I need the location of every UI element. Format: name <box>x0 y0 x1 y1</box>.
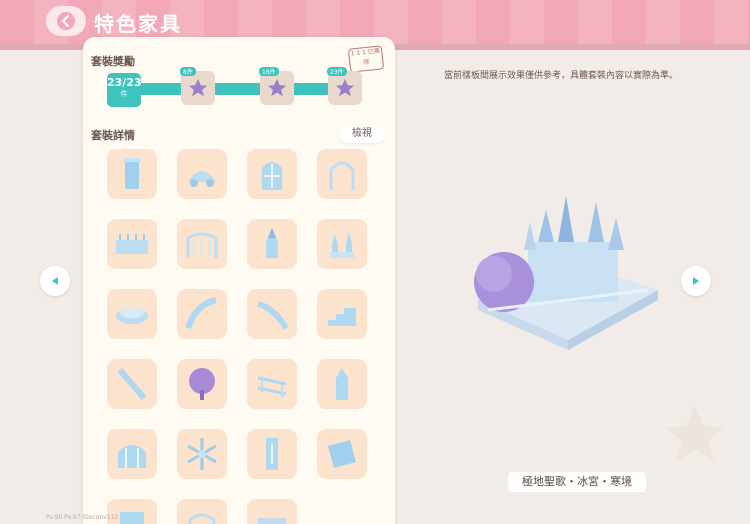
milestone-reward-2[interactable]: 16件 <box>259 67 294 105</box>
ice-narrow-window-icon <box>336 368 348 400</box>
milestone-tag: 8件 <box>180 67 196 76</box>
star-icon <box>267 78 287 97</box>
back-button[interactable] <box>46 6 86 36</box>
ice-greenhouse-icon <box>118 445 146 468</box>
ice-pillar-icon <box>123 158 141 189</box>
set-name-caption: 極地聖歌・冰宮・寒境 <box>508 472 646 492</box>
star-icon <box>335 78 355 97</box>
furniture-item[interactable] <box>317 429 367 479</box>
milestone-tag: 16件 <box>259 67 279 76</box>
view-button[interactable]: 檢視 <box>339 125 385 143</box>
progress-value: 23/23 <box>107 76 142 89</box>
reward-progress-bar <box>107 83 357 95</box>
ice-gate-icon <box>186 232 218 258</box>
furniture-item[interactable] <box>177 219 227 269</box>
milestone-reward-3[interactable]: 23件 <box>327 67 362 105</box>
ice-railing-icon <box>257 376 287 398</box>
progress-unit: 件 <box>120 90 128 98</box>
furniture-item[interactable] <box>317 289 367 339</box>
reward-label: 套裝獎勵 <box>91 55 135 68</box>
milestone-tag: 23件 <box>327 67 347 76</box>
prev-button[interactable] <box>40 266 70 296</box>
furniture-item[interactable] <box>317 149 367 199</box>
furniture-item[interactable] <box>107 289 157 339</box>
page-title: 特色家具 <box>94 12 182 36</box>
ice-carriage-icon <box>188 171 216 187</box>
purple-tree-icon <box>189 368 215 400</box>
ice-platform-icon <box>116 308 148 324</box>
furniture-item[interactable] <box>317 219 367 269</box>
ice-floor-tile-icon <box>328 440 356 468</box>
ice-wall-icon <box>258 518 286 524</box>
next-button[interactable] <box>681 266 711 296</box>
furniture-item[interactable] <box>107 219 157 269</box>
furniture-item[interactable] <box>247 219 297 269</box>
milestone-reward-1[interactable]: 8件 <box>180 67 215 105</box>
chevron-left-icon <box>57 12 75 30</box>
furniture-item[interactable] <box>247 149 297 199</box>
ice-arch-icon <box>329 161 355 190</box>
obtained-stamp: 1 1 1 已獲得 <box>347 45 385 73</box>
triangle-left-icon <box>52 277 58 285</box>
details-label: 套裝詳情 <box>91 129 135 142</box>
set-panel: 套裝獎勵 1 1 1 已獲得 23/23 件 8件 16件 23件 套裝詳情 檢… <box>83 37 395 524</box>
ice-bridge-icon <box>185 297 217 330</box>
furniture-item[interactable] <box>107 149 157 199</box>
ice-window-icon <box>262 162 282 190</box>
furniture-item[interactable] <box>177 289 227 339</box>
snowflake-icon <box>187 438 217 470</box>
ice-palace-preview <box>474 196 658 350</box>
furniture-item[interactable] <box>107 359 157 409</box>
ice-panel-icon <box>266 438 278 470</box>
furniture-item[interactable] <box>177 429 227 479</box>
ice-walkway-icon <box>257 301 289 330</box>
ice-spires-icon <box>330 232 354 258</box>
furniture-item[interactable] <box>317 359 367 409</box>
furniture-item[interactable] <box>177 149 227 199</box>
furniture-item[interactable] <box>247 429 297 479</box>
ice-tower-icon <box>266 228 278 258</box>
ice-fence-icon <box>116 234 148 254</box>
preview-notice: 當前樣板間展示效果僅供參考，具體套裝內容以實際為準。 <box>444 71 679 81</box>
ice-rail-icon <box>117 368 147 400</box>
furniture-item[interactable] <box>247 499 297 524</box>
furniture-item[interactable] <box>107 429 157 479</box>
furniture-item[interactable] <box>177 359 227 409</box>
furniture-item[interactable] <box>247 359 297 409</box>
decorative-star-icon <box>665 405 725 462</box>
ice-stairs-icon <box>328 308 356 326</box>
ice-gate-small-icon <box>188 513 216 524</box>
progress-counter: 23/23 件 <box>107 73 142 107</box>
star-icon <box>188 78 208 97</box>
furniture-item[interactable] <box>247 289 297 339</box>
build-info: Pv.90 Pv.97 IDoconv112 <box>46 514 119 521</box>
furniture-item[interactable] <box>177 499 227 524</box>
triangle-right-icon <box>693 277 699 285</box>
